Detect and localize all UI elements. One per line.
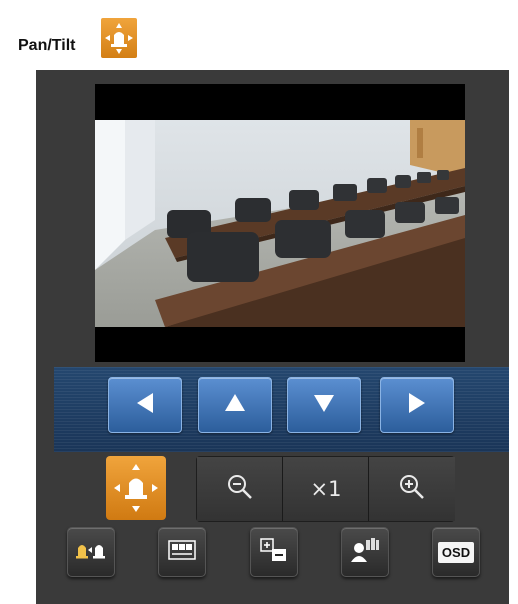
zoom-level-text: ×1	[310, 477, 342, 501]
home-position-button[interactable]	[67, 527, 115, 577]
arrow-right-icon	[404, 390, 430, 421]
brightness-adjust-icon	[258, 536, 290, 569]
header: Pan/Tilt	[0, 0, 518, 62]
conference-room-image	[95, 120, 465, 327]
direction-control-bar	[54, 367, 509, 452]
preset-icon	[166, 536, 198, 569]
osd-button[interactable]: OSD	[432, 527, 480, 577]
pan-left-button[interactable]	[108, 377, 182, 433]
camera-control-panel: ×1 OSD	[36, 70, 509, 604]
pan-tilt-icon	[106, 464, 166, 524]
auto-tracking-button[interactable]	[341, 527, 389, 577]
preset-button[interactable]	[158, 527, 206, 577]
zoom-in-icon	[398, 473, 426, 506]
pan-right-button[interactable]	[380, 377, 454, 433]
arrow-left-icon	[132, 390, 158, 421]
auto-tracking-icon	[349, 536, 381, 569]
pan-tilt-mode-button[interactable]	[106, 456, 166, 520]
pan-tilt-label: Pan/Tilt	[18, 37, 76, 54]
zoom-out-icon	[226, 473, 254, 506]
zoom-level-display[interactable]: ×1	[282, 457, 369, 521]
zoom-in-button[interactable]	[368, 457, 455, 521]
zoom-control-group: ×1	[196, 456, 455, 522]
arrow-down-icon	[311, 390, 337, 421]
tilt-down-button[interactable]	[287, 377, 361, 433]
zoom-out-button[interactable]	[197, 457, 282, 521]
home-position-icon	[75, 536, 107, 569]
osd-icon: OSD	[437, 541, 475, 563]
brightness-button[interactable]	[250, 527, 298, 577]
camera-video-feed[interactable]	[95, 84, 465, 362]
pan-tilt-icon	[101, 18, 137, 58]
arrow-up-icon	[222, 390, 248, 421]
tilt-up-button[interactable]	[198, 377, 272, 433]
